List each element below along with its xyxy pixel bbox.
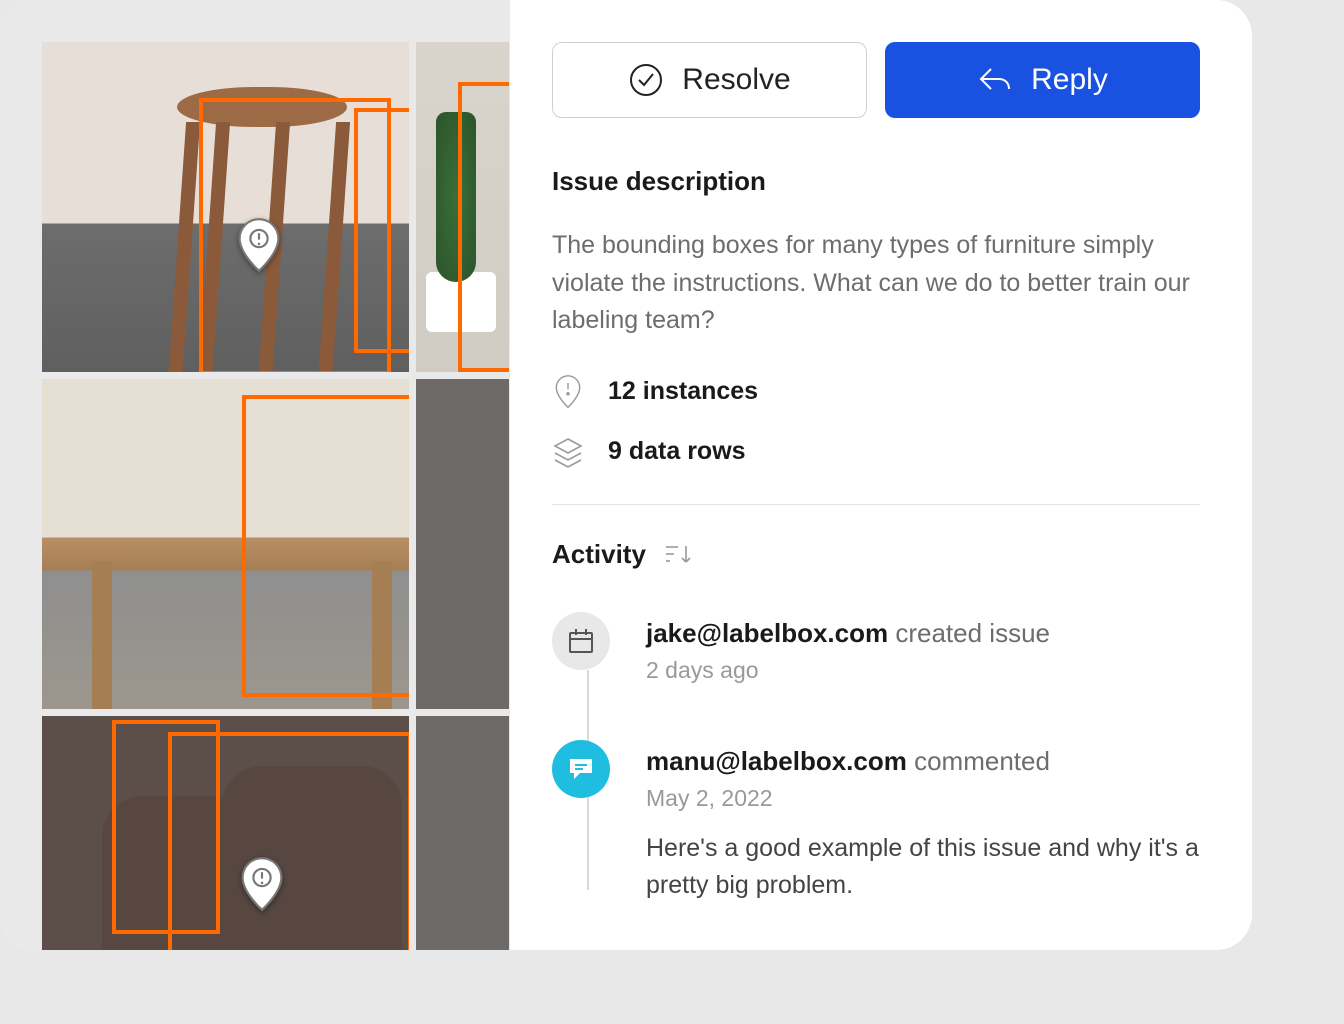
- reply-label: Reply: [1031, 63, 1108, 97]
- sort-icon[interactable]: [664, 542, 692, 566]
- instances-count: 12 instances: [608, 377, 758, 406]
- activity-dot: [552, 740, 610, 798]
- check-circle-icon: [628, 62, 664, 98]
- activity-verb: created issue: [888, 618, 1050, 648]
- bounding-box: [168, 732, 409, 950]
- activity-body: jake@labelbox.com created issue 2 days a…: [646, 612, 1050, 684]
- activity-comment: Here's a good example of this issue and …: [646, 830, 1200, 905]
- image-grid-panel: [0, 0, 510, 950]
- image-grid: [42, 42, 510, 950]
- bounding-box: [458, 82, 509, 372]
- stat-data-rows: 9 data rows: [552, 434, 1200, 470]
- activity-header: Activity: [552, 539, 1200, 570]
- resolve-button[interactable]: Resolve: [552, 42, 867, 118]
- image-thumb[interactable]: [416, 42, 509, 372]
- activity-actor: manu@labelbox.com: [646, 746, 907, 776]
- activity-actor: jake@labelbox.com: [646, 618, 888, 648]
- reply-button[interactable]: Reply: [885, 42, 1200, 118]
- activity-title: Activity: [552, 539, 646, 570]
- issue-pin-icon[interactable]: [240, 856, 284, 912]
- calendar-icon: [566, 626, 596, 656]
- resolve-label: Resolve: [682, 63, 790, 97]
- divider: [552, 504, 1200, 505]
- furniture-photo-wall: [416, 379, 509, 709]
- image-thumb[interactable]: [42, 379, 409, 709]
- layers-icon: [552, 434, 584, 470]
- data-rows-count: 9 data rows: [608, 437, 746, 466]
- activity-item: manu@labelbox.com commented May 2, 2022 …: [552, 740, 1200, 905]
- pin-outline-icon: [552, 374, 584, 410]
- image-thumb[interactable]: [416, 379, 509, 709]
- bounding-box: [354, 108, 409, 353]
- comment-icon: [566, 754, 596, 784]
- activity-item: jake@labelbox.com created issue 2 days a…: [552, 612, 1200, 684]
- issue-description-body: The bounding boxes for many types of fur…: [552, 227, 1192, 340]
- activity-time: May 2, 2022: [646, 785, 1200, 812]
- image-thumb[interactable]: [42, 42, 409, 372]
- activity-body: manu@labelbox.com commented May 2, 2022 …: [646, 740, 1200, 905]
- activity-dot: [552, 612, 610, 670]
- issue-pin-icon[interactable]: [237, 217, 281, 273]
- bounding-box: [242, 395, 409, 697]
- stat-instances: 12 instances: [552, 374, 1200, 410]
- activity-verb: commented: [907, 746, 1050, 776]
- app-frame: Resolve Reply Issue description The boun…: [0, 0, 1252, 950]
- furniture-photo-wall: [416, 716, 509, 950]
- issue-panel: Resolve Reply Issue description The boun…: [510, 0, 1252, 950]
- image-thumb[interactable]: [42, 716, 409, 950]
- reply-arrow-icon: [977, 62, 1013, 98]
- issue-actions: Resolve Reply: [552, 42, 1200, 118]
- issue-description-title: Issue description: [552, 166, 1200, 197]
- activity-time: 2 days ago: [646, 657, 1050, 684]
- image-thumb[interactable]: [416, 716, 509, 950]
- activity-text: manu@labelbox.com commented: [646, 746, 1200, 777]
- activity-timeline: jake@labelbox.com created issue 2 days a…: [552, 612, 1200, 905]
- activity-text: jake@labelbox.com created issue: [646, 618, 1050, 649]
